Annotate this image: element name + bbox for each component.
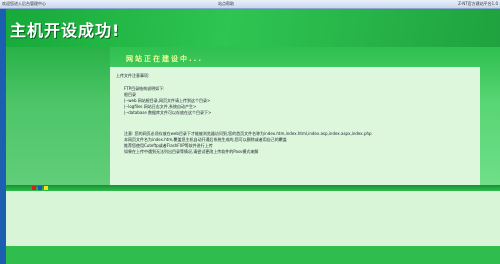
notice-line: |--database 数据库文件可以存放在这个目录下> — [124, 110, 212, 115]
platform-link[interactable]: Z-NT官方建站平台1.0 — [458, 0, 498, 8]
tip-line: 推荐您使用Cuteftp或者FlashFXP等软件进行上传 — [124, 143, 213, 148]
notice-line: FTP目录结构说明如下: — [124, 86, 165, 91]
header-banner: 主机开设成功! — [6, 9, 500, 47]
left-shade — [6, 47, 110, 185]
page-title: 主机开设成功! — [10, 21, 121, 40]
welcome-text: 欢迎您进入后台管理中心 — [2, 1, 46, 6]
tip-line: 如果在上传中遇到无法列出目录等情况,请尝试更改上传软件的Pasv模式来解 — [124, 149, 259, 154]
notice-line: 根目录 — [124, 92, 136, 97]
red-square — [32, 186, 36, 190]
notice-heading: 上传文件注意事项: — [116, 73, 150, 78]
tip-line: 本网页文件名为index.htm,覆盖您主机自动开通后系统生成的,您可以删除或者… — [124, 137, 287, 142]
notice-line: |--logfiles 网站日志文件,系统自动产生> — [124, 104, 197, 109]
notice-panel — [110, 67, 480, 185]
top-bar: 欢迎您进入后台管理中心 站点帮助 Z-NT官方建站平台1.0 — [0, 0, 500, 9]
help-link[interactable]: 站点帮助 — [218, 0, 234, 8]
blue-square — [38, 186, 42, 190]
main-area — [6, 47, 500, 185]
footer-band — [6, 246, 500, 264]
yellow-square — [44, 186, 48, 190]
notice-line: |--web 网站根目录,网页文件请上传到这个目录> — [124, 98, 211, 103]
tip-line: 注意: 您的网页必须存放在web目录下才能被浏览器访问到,您的首页文件名称为in… — [124, 131, 372, 136]
divider-stripe — [6, 185, 500, 191]
construction-title: 网站正在建设中... — [126, 55, 203, 63]
